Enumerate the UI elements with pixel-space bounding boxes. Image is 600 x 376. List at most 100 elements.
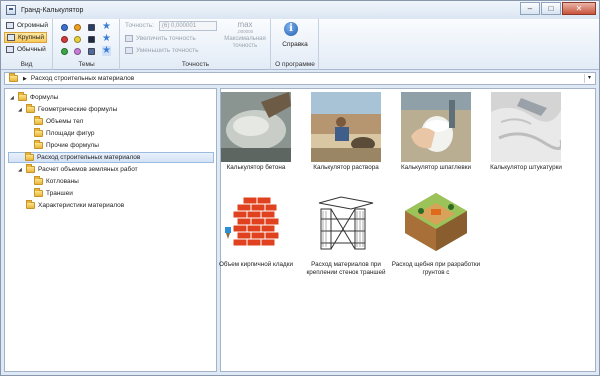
theme-star-icon[interactable]: ★ [102, 34, 111, 44]
max-precision-icon: max [237, 20, 253, 29]
group-label-precision: Точность [181, 61, 210, 68]
window-title: Гранд-Калькулятор [21, 6, 84, 14]
view-normal-button[interactable]: Обычный [4, 44, 48, 55]
theme-green-circle-icon[interactable] [61, 48, 68, 55]
max-precision-button[interactable]: max ,000000 Максимальная точность [221, 21, 269, 50]
tile-mortar-calculator[interactable]: Калькулятор раствора [298, 92, 394, 172]
precision-select-value: (6) 0,000001 [162, 23, 197, 29]
precision-field-label: Точность: [125, 22, 154, 29]
minimize-button[interactable]: – [520, 2, 540, 15]
collapse-arrow-icon[interactable]: ◢ [10, 95, 15, 101]
close-button[interactable]: ✕ [562, 2, 596, 15]
tile-gravel-consumption[interactable]: Расход щебня при разработки грунтов с [388, 189, 484, 277]
folder-icon [34, 140, 43, 149]
folder-icon [18, 92, 27, 101]
theme-red-circle-icon[interactable] [61, 36, 68, 43]
calculator-app-icon [6, 5, 16, 15]
precision-select[interactable]: (6) 0,000001 [159, 21, 217, 31]
tile-label: Калькулятор шпатлевки [401, 164, 471, 171]
folder-icon [34, 128, 43, 137]
ribbon-group-about: i Справка О программе [272, 19, 319, 70]
category-tree: ◢ Формулы ◢ Геометрические формулы Объем… [4, 88, 217, 372]
tree-item-earthworks[interactable]: ◢ Расчет объемов земляных работ [16, 164, 140, 175]
tree-item-trenches[interactable]: Траншеи [32, 188, 75, 199]
tree-item-other-formulas[interactable]: Прочие формулы [32, 140, 101, 151]
putty-image-icon [401, 92, 471, 162]
folder-icon [25, 152, 34, 161]
folder-icon [26, 200, 35, 209]
tile-putty-calculator[interactable]: Калькулятор шпатлевки [388, 92, 484, 172]
breadcrumb-arrow-icon: ▶ [23, 75, 27, 82]
tree-item-material-properties[interactable]: Характеристики материалов [24, 200, 126, 211]
folder-icon [34, 116, 43, 125]
tree-item-pits[interactable]: Котлованы [32, 176, 81, 187]
help-button[interactable]: i Справка [272, 19, 318, 57]
calculators-panel: Калькулятор бетона Калькулятор раствора … [219, 88, 596, 372]
info-icon: i [284, 22, 298, 36]
tree-item-formulas[interactable]: ◢ Формулы [8, 92, 60, 103]
tile-label: Калькулятор бетона [226, 164, 286, 171]
brickwork-image-icon [221, 189, 291, 259]
collapse-arrow-icon[interactable]: ◢ [18, 167, 23, 173]
ribbon: Огромный Крупный Обычный Вид ★ ★ ★ Темы … [1, 19, 599, 70]
tile-trench-shoring-materials[interactable]: Расход материалов при креплении стенок т… [298, 189, 394, 277]
ribbon-group-view: Огромный Крупный Обычный Вид [1, 19, 53, 70]
folder-icon [34, 188, 43, 197]
collapse-arrow-icon[interactable]: ◢ [18, 107, 23, 113]
folder-icon [9, 73, 18, 82]
theme-blue-circle-icon[interactable] [61, 24, 68, 31]
tree-item-geometric-formulas[interactable]: ◢ Геометрические формулы [16, 104, 119, 115]
tile-concrete-calculator[interactable]: Калькулятор бетона [208, 92, 304, 172]
chevron-down-icon[interactable]: ▾ [584, 74, 594, 83]
max-precision-icon-digits: ,000000 [236, 29, 254, 34]
group-label-about: О программе [275, 61, 315, 68]
theme-navy-square-icon[interactable] [88, 24, 95, 31]
address-path: Расход строительных материалов [30, 75, 135, 82]
folder-icon [26, 164, 35, 173]
theme-yellow-circle-icon[interactable] [74, 36, 81, 43]
ribbon-group-themes: ★ ★ ★ Темы [54, 19, 120, 70]
increase-precision-button[interactable]: Увеличить точность [123, 33, 198, 44]
help-label: Справка [282, 41, 308, 48]
view-huge-button[interactable]: Огромный [4, 20, 50, 31]
plaster-image-icon [491, 92, 561, 162]
decrease-precision-button[interactable]: Уменьшить точность [123, 45, 201, 56]
max-precision-label-2: точность [232, 43, 258, 49]
group-label-view: Вид [20, 61, 33, 68]
mortar-image-icon [311, 92, 381, 162]
folder-icon [26, 104, 35, 113]
address-bar[interactable]: ▶ Расход строительных материалов ▾ [4, 72, 596, 85]
normal-icons-icon [6, 46, 14, 53]
tile-label: Калькулятор штукатурки [490, 164, 562, 171]
theme-purple-circle-icon[interactable] [74, 48, 81, 55]
tile-label: Расход материалов при креплении стенок т… [306, 261, 386, 276]
tile-brickwork-volume[interactable]: Объем кирпичной кладки [208, 189, 304, 269]
title-bar: Гранд-Калькулятор – □ ✕ [1, 1, 599, 19]
theme-steel-square-icon[interactable] [88, 48, 95, 55]
gravel-pit-image-icon [401, 189, 471, 259]
tile-plaster-calculator[interactable]: Калькулятор штукатурки [478, 92, 574, 172]
tree-item-shape-areas[interactable]: Площади фигур [32, 128, 97, 139]
trench-shoring-image-icon [311, 189, 381, 259]
tile-label: Объем кирпичной кладки [219, 261, 293, 268]
decrease-precision-icon [125, 47, 133, 54]
folder-icon [34, 176, 43, 185]
increase-precision-icon [125, 35, 133, 42]
huge-icons-icon [6, 22, 14, 29]
app-window: Гранд-Калькулятор – □ ✕ Огромный Крупный… [0, 0, 600, 376]
tree-item-solid-volumes[interactable]: Объемы тел [32, 116, 85, 127]
max-precision-label-1: Максимальная [224, 36, 266, 42]
maximize-button[interactable]: □ [541, 2, 561, 15]
theme-dark-square-icon[interactable] [88, 36, 95, 43]
theme-orange-circle-icon[interactable] [74, 24, 81, 31]
large-icons-icon [7, 34, 15, 41]
tile-label: Калькулятор раствора [313, 164, 379, 171]
tile-label: Расход щебня при разработки грунтов с [391, 261, 481, 276]
view-large-button[interactable]: Крупный [4, 32, 47, 43]
theme-star-icon[interactable]: ★ [102, 22, 111, 32]
ribbon-group-precision: Точность: (6) 0,000001 Увеличить точност… [121, 19, 271, 70]
tree-item-building-materials[interactable]: Расход строительных материалов [8, 152, 214, 163]
group-label-themes: Темы [78, 61, 95, 68]
theme-star-selected-icon[interactable]: ★ [102, 46, 111, 56]
concrete-image-icon [221, 92, 291, 162]
